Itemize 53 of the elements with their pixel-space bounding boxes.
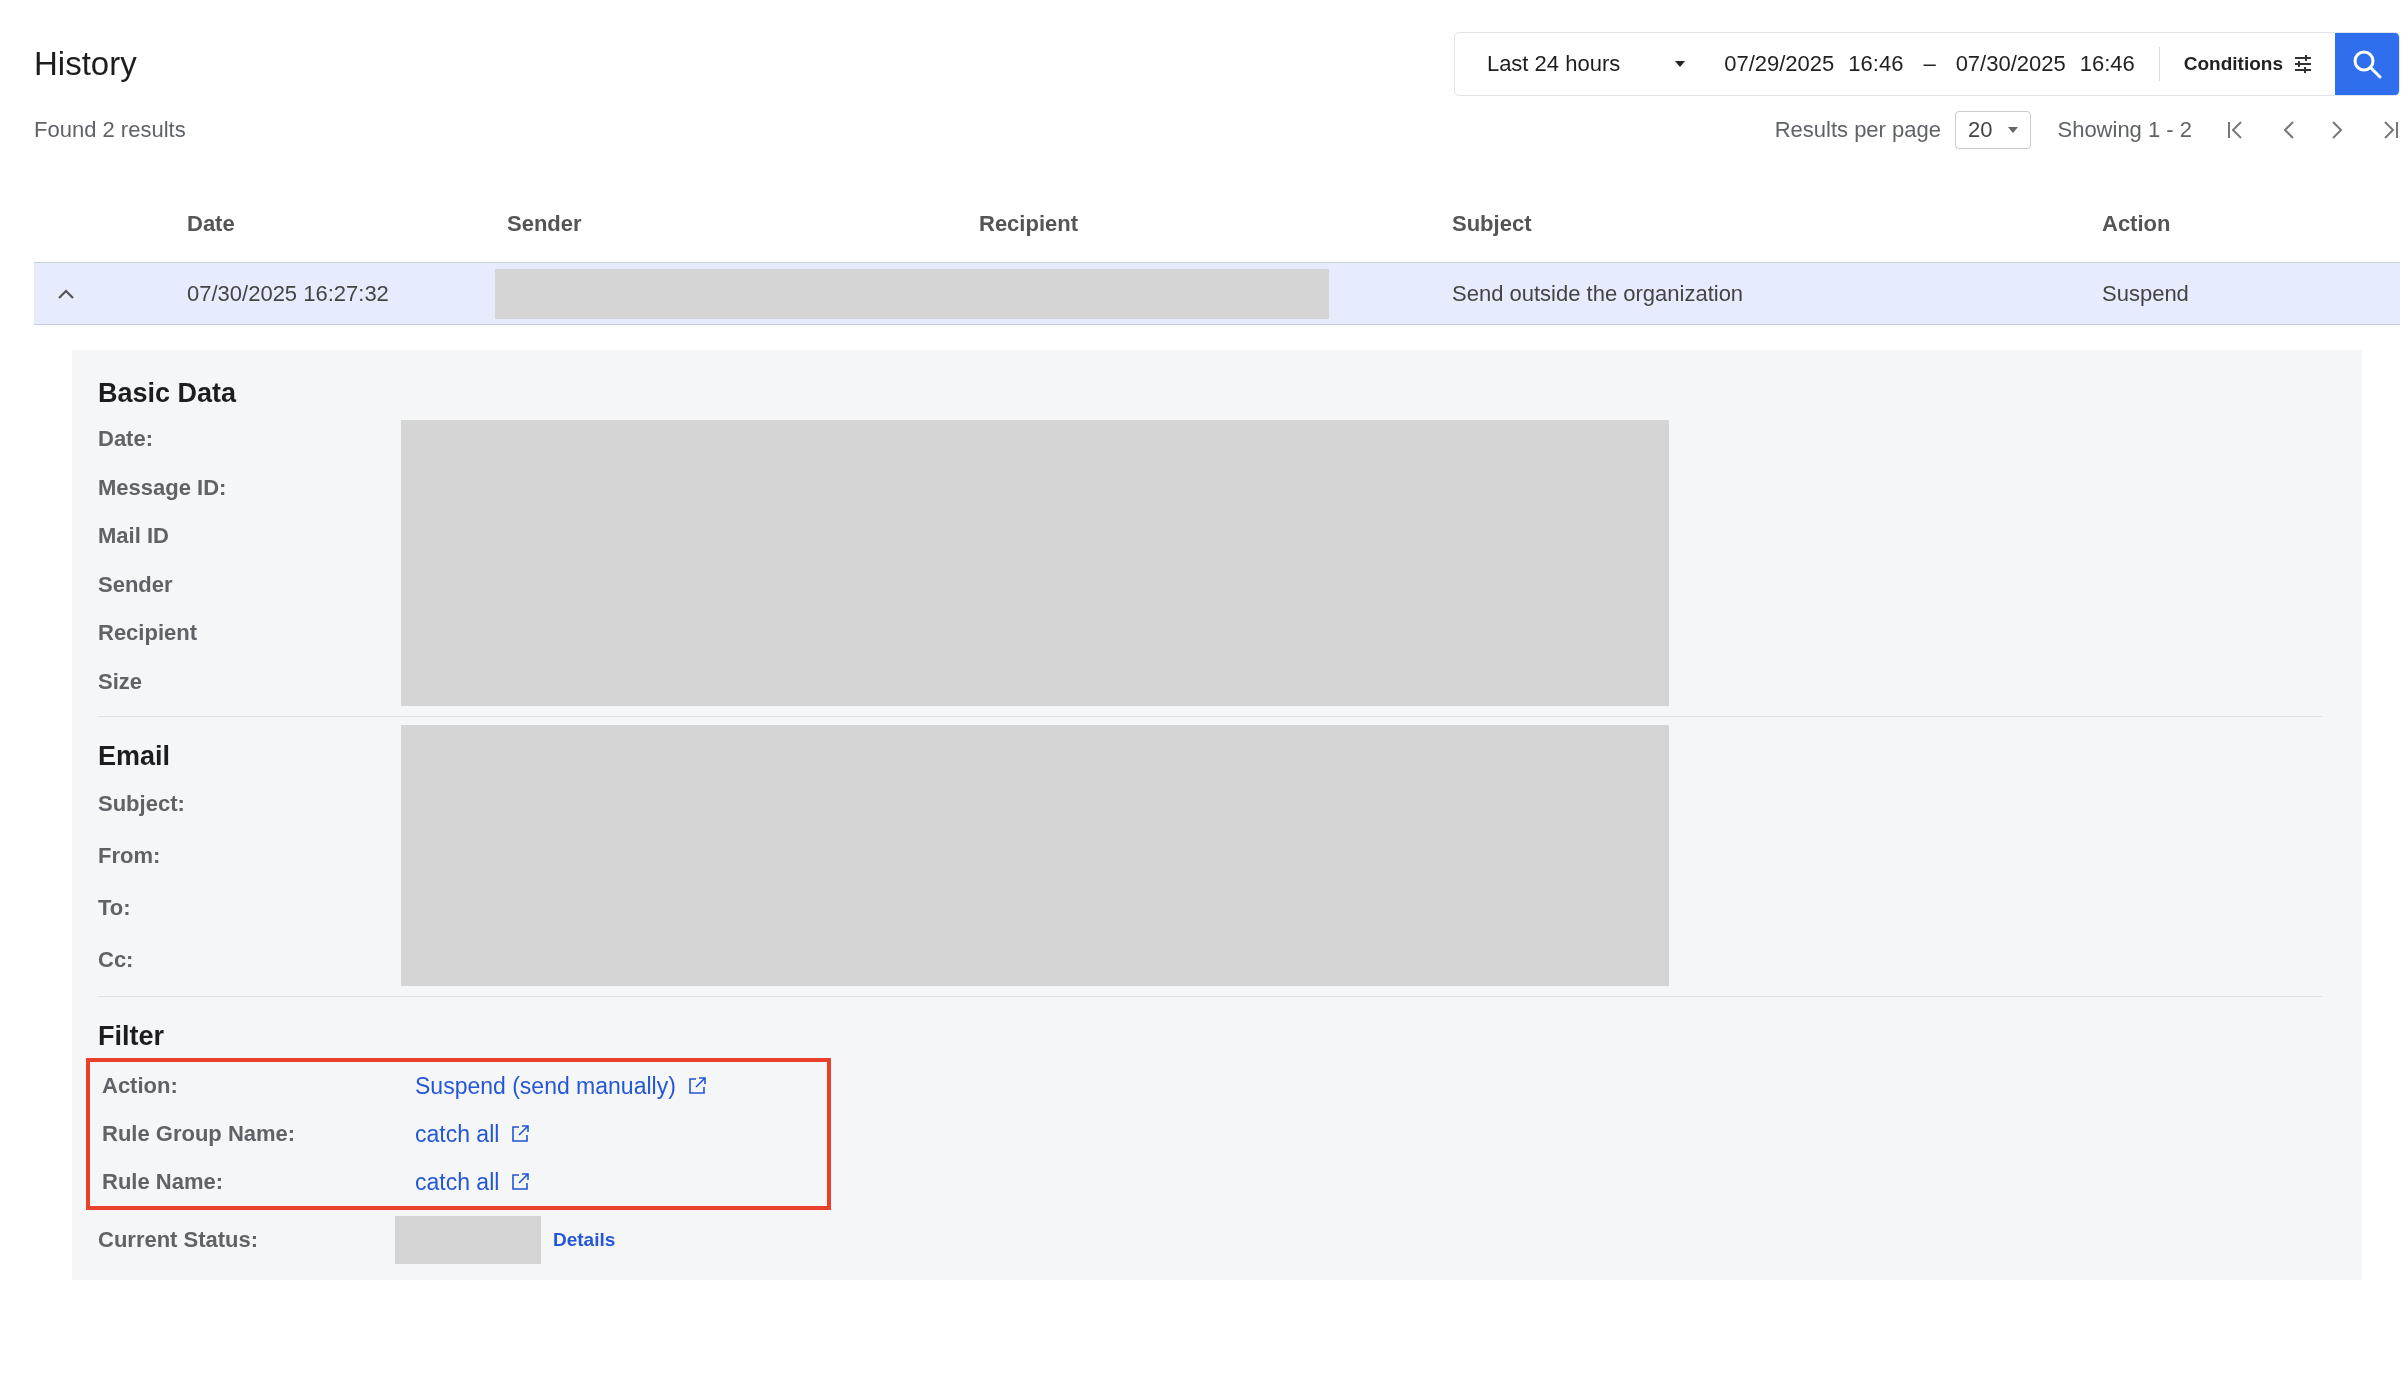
field-label: Current Status: (98, 1226, 260, 1254)
table-cell-text: Send outside the organization (1452, 280, 1745, 307)
details-link[interactable]: Details (553, 1229, 616, 1251)
sliders-icon (2293, 54, 2313, 74)
showing-range: Showing 1 - 2 (2057, 117, 2192, 143)
caret-icon (1674, 60, 1687, 68)
field-label: Size (98, 667, 144, 696)
table-row[interactable]: 07/30/2025 16:27:32 Send outside the organization Suspend (34, 263, 2400, 325)
column-header: Sender (507, 211, 583, 237)
field-label: From: (98, 842, 162, 870)
field-label: Sender (98, 570, 174, 599)
filter-link[interactable]: catch all (415, 1120, 530, 1148)
field-label: Mail ID (98, 522, 170, 551)
field-label: Subject: (98, 790, 186, 818)
external-link-icon (511, 1173, 530, 1191)
field-label: Action: (102, 1072, 179, 1100)
column-header: Date (187, 211, 236, 237)
filter-link[interactable]: Suspend (send manually) (415, 1072, 706, 1100)
field-label: Rule Name: (102, 1168, 225, 1196)
search-button[interactable] (2335, 33, 2399, 95)
start-date[interactable]: 07/29/2025 (1724, 51, 1835, 77)
field-label: Cc: (98, 946, 135, 974)
section-heading: Email (98, 741, 172, 772)
external-link-icon (511, 1125, 530, 1143)
column-header: Subject (1452, 211, 1533, 237)
filter-link[interactable]: catch all (415, 1168, 530, 1196)
conditions-button[interactable]: Conditions (2173, 53, 2335, 75)
start-time[interactable]: 16:46 (1848, 51, 1904, 77)
column-header: Action (2102, 211, 2171, 237)
section-heading: Basic Data (98, 378, 238, 409)
caret-icon (2008, 127, 2019, 133)
field-label: Recipient (98, 619, 199, 648)
field-label: Date: (98, 425, 154, 454)
search-icon (2351, 48, 2383, 80)
table-cell: Suspend (2102, 280, 2189, 307)
previous-page-icon[interactable] (2282, 119, 2296, 141)
column-header: Recipient (979, 211, 1080, 237)
section-heading: Filter (98, 1021, 165, 1052)
end-time[interactable]: 16:46 (2079, 51, 2135, 77)
field-label: To: (98, 894, 132, 922)
chevron-up-icon[interactable] (56, 287, 75, 300)
time-range-dropdown[interactable]: Last 24 hours (1454, 51, 1711, 77)
per-page-dropdown[interactable]: 20 (1955, 111, 2032, 149)
page-title: History (34, 45, 137, 83)
end-date[interactable]: 07/30/2025 (1955, 51, 2066, 77)
field-label: Rule Group Name: (102, 1120, 297, 1148)
per-page-label: Results per page (1774, 117, 1941, 143)
table-cell-text: 07/30/2025 16:27:32 (187, 280, 390, 307)
range-separator: – (1923, 51, 1936, 77)
external-link-icon (687, 1077, 706, 1095)
next-page-icon[interactable] (2330, 119, 2344, 141)
results-count: Found 2 results (34, 117, 186, 143)
field-label: Message ID: (98, 473, 228, 502)
